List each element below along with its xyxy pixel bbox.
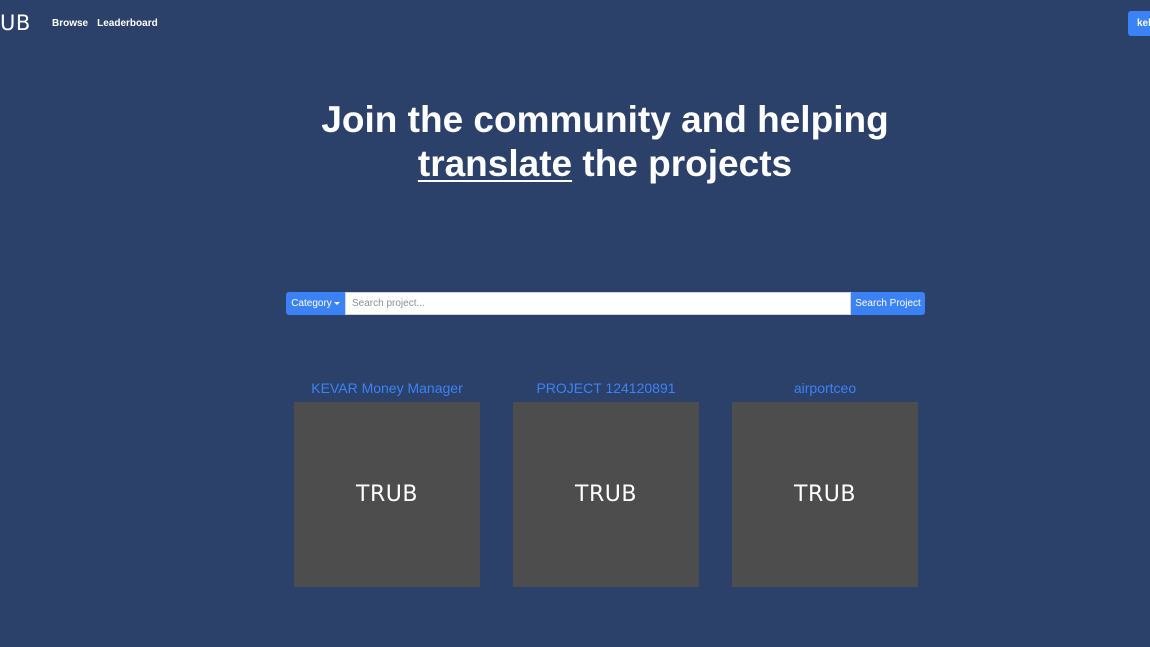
project-card[interactable]: airportceo TRUB [732,379,918,587]
hero-line-1: Join the community and helping [321,99,889,140]
search-input[interactable] [345,292,851,315]
user-menu-button[interactable]: kel [1128,11,1150,36]
project-title-link[interactable]: PROJECT 124120891 [513,379,699,402]
hero-line-2-rest: the projects [572,143,793,184]
brand-logo[interactable]: UB [0,11,31,35]
project-thumbnail[interactable]: TRUB [513,402,699,587]
thumbnail-text: TRUB [794,482,856,507]
project-thumbnail[interactable]: TRUB [732,402,918,587]
project-title-link[interactable]: KEVAR Money Manager [294,379,480,402]
hero-underlined-word: translate [417,143,573,184]
hero-heading: Join the community and helping translate… [0,98,1150,186]
thumbnail-text: TRUB [575,482,637,507]
thumbnail-text: TRUB [356,482,418,507]
project-title-link[interactable]: airportceo [732,379,918,402]
hero-line-2: translate the projects [0,142,1150,186]
category-dropdown-button[interactable]: Category [286,292,345,315]
nav-link-browse[interactable]: Browse [52,18,88,30]
nav-links: Browse Leaderboard [52,18,158,30]
search-project-button[interactable]: Search Project [851,292,925,315]
project-list: KEVAR Money Manager TRUB PROJECT 1241208… [294,379,918,587]
project-card[interactable]: PROJECT 124120891 TRUB [513,379,699,587]
category-label: Category [291,298,332,309]
nav-link-leaderboard[interactable]: Leaderboard [97,18,158,30]
project-card[interactable]: KEVAR Money Manager TRUB [294,379,480,587]
search-bar: Category Search Project [286,292,925,315]
project-thumbnail[interactable]: TRUB [294,402,480,587]
navbar: UB Browse Leaderboard kel [0,0,1150,48]
caret-down-icon [333,301,340,305]
